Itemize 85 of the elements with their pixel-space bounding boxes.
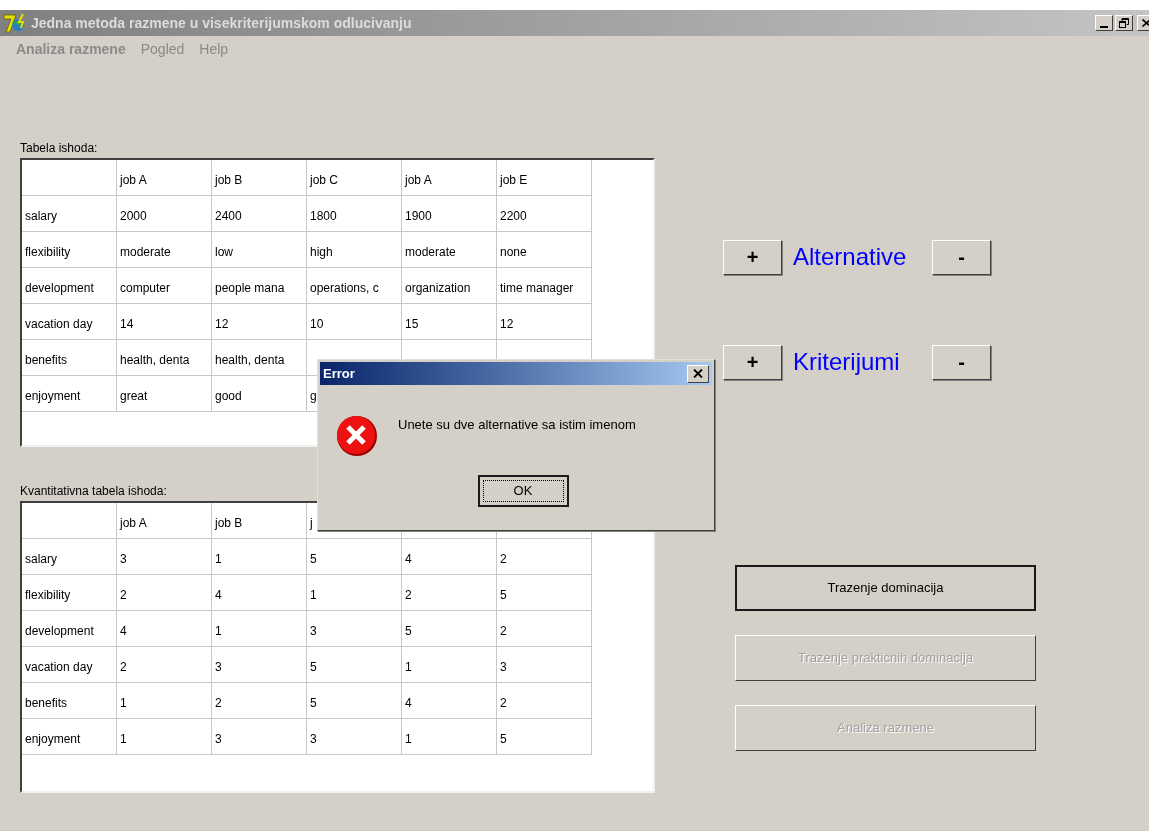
table-cell: 14	[117, 304, 212, 340]
window-title: Jedna metoda razmene u visekriterijumskom odlucivanju	[31, 13, 412, 33]
table-cell: 4	[402, 539, 497, 575]
remove-button[interactable]: -	[932, 239, 991, 275]
table-cell: 2	[497, 611, 592, 647]
table-cell: 15	[402, 304, 497, 340]
table-cell: 1	[212, 539, 307, 575]
table-cell: 2	[117, 575, 212, 611]
table-cell: low	[212, 232, 307, 268]
table-cell: 3	[117, 539, 212, 575]
row-header: benefits	[22, 683, 117, 719]
row-header: flexibility	[22, 232, 117, 268]
error-message: Unete su dve alternative sa istim imenom	[398, 416, 636, 434]
section-label: Kriterijumi	[793, 347, 901, 377]
ok-button[interactable]: OK	[477, 475, 569, 507]
row-header: benefits	[22, 340, 117, 376]
table-cell: 2400	[212, 196, 307, 232]
table-cell: 5	[497, 575, 592, 611]
table-cell: 12	[212, 304, 307, 340]
table-cell: time manager	[497, 268, 592, 304]
column-header: job A	[402, 160, 497, 196]
table-label: Kvantitativna tabela ishoda:	[20, 483, 167, 500]
row-header: enjoyment	[22, 719, 117, 755]
row-header: development	[22, 268, 117, 304]
table-cell: 5	[307, 539, 402, 575]
table-cell: 1	[307, 575, 402, 611]
table-cell: 1900	[402, 196, 497, 232]
table-cell: people mana	[212, 268, 307, 304]
table-cell: 1	[212, 611, 307, 647]
table-cell: 1	[117, 683, 212, 719]
table-cell: operations, c	[307, 268, 402, 304]
table-cell: 3	[307, 719, 402, 755]
table-cell: 12	[497, 304, 592, 340]
table-cell: 5	[402, 611, 497, 647]
table-cell: high	[307, 232, 402, 268]
table-cell: 3	[212, 647, 307, 683]
action-button[interactable]: Trazenje dominacija	[735, 565, 1036, 611]
remove-button[interactable]: -	[932, 344, 991, 380]
table-cell: health, denta	[212, 340, 307, 376]
table-cell: 2000	[117, 196, 212, 232]
column-header: job A	[117, 503, 212, 539]
table-cell: 4	[212, 575, 307, 611]
table-cell: 5	[497, 719, 592, 755]
column-header: job E	[497, 160, 592, 196]
section-label: Alternative	[793, 242, 908, 272]
table-label: Tabela ishoda:	[20, 140, 98, 157]
table-cell: 2	[497, 539, 592, 575]
table-cell: 1	[117, 719, 212, 755]
row-header: salary	[22, 196, 117, 232]
column-header: job B	[212, 160, 307, 196]
table-cell: 5	[307, 647, 402, 683]
table-cell: 2	[117, 647, 212, 683]
table-cell: organization	[402, 268, 497, 304]
table-cell: 3	[497, 647, 592, 683]
table-cell: 4	[402, 683, 497, 719]
table-cell: great	[117, 376, 212, 412]
table-cell: 1	[402, 647, 497, 683]
row-header: flexibility	[22, 575, 117, 611]
table-cell: 3	[212, 719, 307, 755]
row-header: development	[22, 611, 117, 647]
table-cell: 2	[497, 683, 592, 719]
add-button[interactable]: +	[723, 239, 782, 275]
table-cell: 10	[307, 304, 402, 340]
table-cell: 2	[212, 683, 307, 719]
table-cell: 1	[402, 719, 497, 755]
row-header: enjoyment	[22, 376, 117, 412]
table-cell: moderate	[402, 232, 497, 268]
column-header: job C	[307, 160, 402, 196]
table-cell: none	[497, 232, 592, 268]
table-cell: good	[212, 376, 307, 412]
table-cell: 2200	[497, 196, 592, 232]
table-cell: computer	[117, 268, 212, 304]
table-cell: 4	[117, 611, 212, 647]
row-header: salary	[22, 539, 117, 575]
column-header: job B	[212, 503, 307, 539]
row-header: vacation day	[22, 304, 117, 340]
row-header: vacation day	[22, 647, 117, 683]
table-cell: 5	[307, 683, 402, 719]
table-cell: 2	[402, 575, 497, 611]
table-cell: moderate	[117, 232, 212, 268]
column-header: job A	[117, 160, 212, 196]
table-cell: health, denta	[117, 340, 212, 376]
add-button[interactable]: +	[723, 344, 782, 380]
table-cell: 3	[307, 611, 402, 647]
table-cell: 1800	[307, 196, 402, 232]
